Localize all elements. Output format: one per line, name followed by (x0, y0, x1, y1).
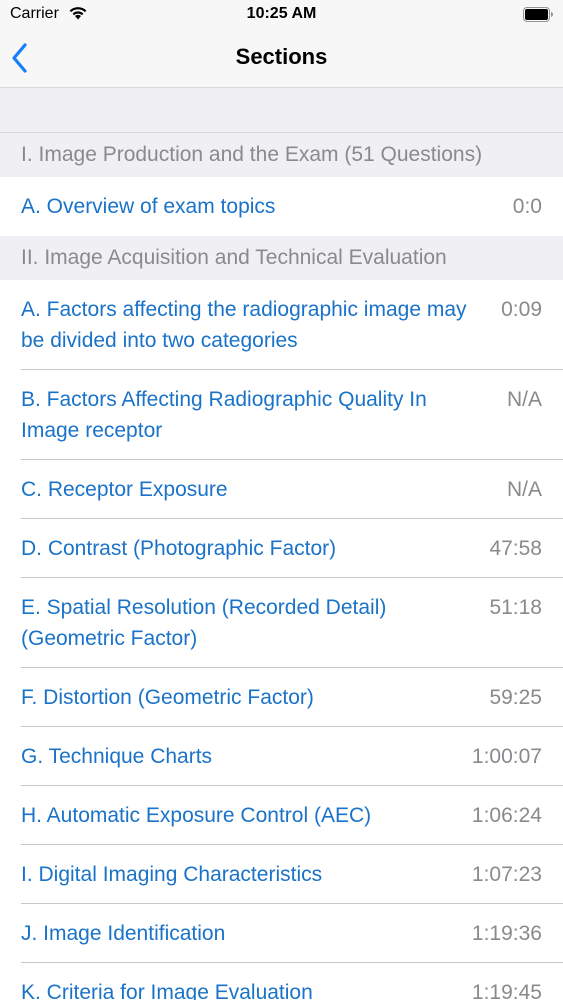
section-row[interactable]: D. Contrast (Photographic Factor) 47:58 (0, 519, 563, 578)
section-row[interactable]: H. Automatic Exposure Control (AEC) 1:06:… (0, 786, 563, 845)
section-row[interactable]: G. Technique Charts 1:00:07 (0, 727, 563, 786)
section-row-duration: 1:07:23 (471, 863, 542, 886)
section-row-title: G. Technique Charts (21, 745, 213, 768)
section-row-duration: 1:19:36 (471, 922, 542, 945)
section-row-title: I. Digital Imaging Characteristics (21, 863, 323, 886)
section-row-duration: 59:25 (489, 686, 542, 709)
section-row-duration: 1:06:24 (471, 804, 542, 827)
section-row-title: C. Receptor Exposure (21, 478, 228, 501)
section-row-title: H. Automatic Exposure Control (AEC) (21, 804, 372, 827)
battery-icon (523, 7, 554, 22)
table-top-spacer (0, 88, 563, 133)
section-row-title: D. Contrast (Photographic Factor) (21, 537, 337, 560)
status-bar: Carrier 10:25 AM (0, 0, 563, 28)
section-row-duration: 47:58 (489, 537, 542, 560)
section-row[interactable]: A. Overview of exam topics 0:0 (0, 177, 563, 236)
section-row[interactable]: E. Spatial Resolution (Recorded Detail) … (0, 578, 563, 668)
section-row[interactable]: B. Factors Affecting Radiographic Qualit… (0, 370, 563, 460)
section-row-duration: 1:19:45 (471, 981, 542, 1000)
section-row-title: B. Factors Affecting Radiographic Qualit… (21, 388, 427, 442)
section-row-title: E. Spatial Resolution (Recorded Detail) … (21, 596, 387, 650)
section-row-title: J. Image Identification (21, 922, 226, 945)
section-row-duration: 0:0 (512, 195, 542, 218)
section-header: II. Image Acquisition and Technical Eval… (0, 236, 563, 280)
sections-list: I. Image Production and the Exam (51 Que… (0, 133, 563, 1000)
section-row-duration: 1:00:07 (471, 745, 542, 768)
navigation-bar: Sections (0, 28, 563, 88)
section-row-duration: N/A (506, 478, 542, 501)
section-row[interactable]: K. Criteria for Image Evaluation 1:19:45 (0, 963, 563, 1000)
section-row-duration: 0:09 (501, 298, 542, 321)
section-row-title: A. Overview of exam topics (21, 195, 276, 218)
section-row-duration: 51:18 (489, 596, 542, 619)
section-row[interactable]: J. Image Identification 1:19:36 (0, 904, 563, 963)
section-row-title: K. Criteria for Image Evaluation (21, 981, 313, 1000)
status-time: 10:25 AM (246, 5, 317, 22)
section-row[interactable]: A. Factors affecting the radiographic im… (0, 280, 563, 370)
section-row[interactable]: I. Digital Imaging Characteristics 1:07:2… (0, 845, 563, 904)
section-row-duration: N/A (506, 388, 542, 411)
section-header: I. Image Production and the Exam (51 Que… (0, 133, 563, 177)
section-row-title: A. Factors affecting the radiographic im… (21, 298, 467, 352)
page-title: Sections (235, 44, 328, 69)
section-row[interactable]: C. Receptor Exposure N/A (0, 460, 563, 519)
section-row-title: F. Distortion (Geometric Factor) (21, 686, 314, 709)
section-row[interactable]: F. Distortion (Geometric Factor) 59:25 (0, 668, 563, 727)
